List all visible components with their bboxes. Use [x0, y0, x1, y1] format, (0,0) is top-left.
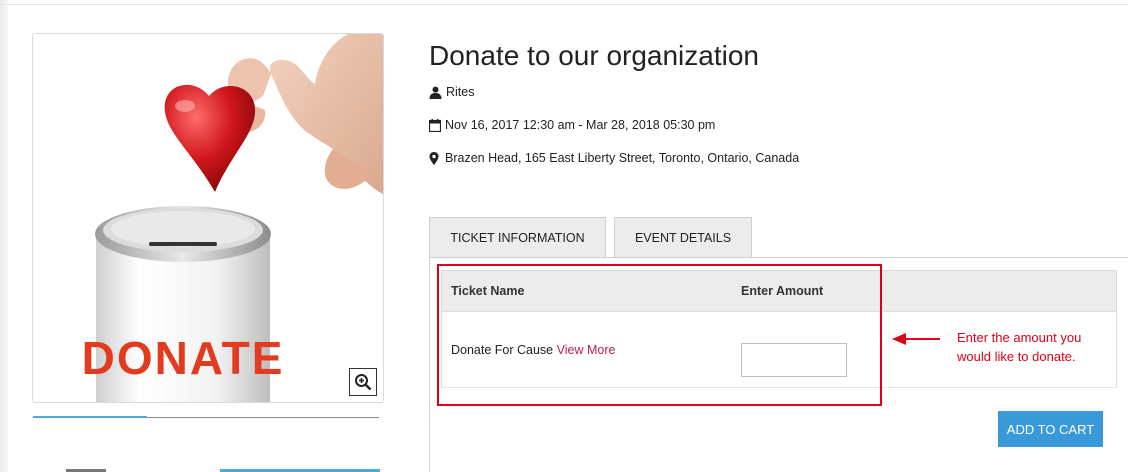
- add-to-cart-button[interactable]: ADD TO CART: [998, 411, 1103, 447]
- event-datetime: Nov 16, 2017 12:30 am - Mar 28, 2018 05:…: [429, 118, 715, 132]
- zoom-in-icon: [355, 374, 372, 391]
- zoom-button[interactable]: [349, 368, 377, 396]
- tabs-divider: [429, 257, 1128, 258]
- left-edge: [0, 0, 8, 472]
- event-location: Brazen Head, 165 East Liberty Street, To…: [429, 151, 799, 165]
- user-icon: [429, 86, 442, 99]
- event-image[interactable]: DONATE: [32, 33, 384, 403]
- gallery-scroll-thumb[interactable]: [33, 416, 147, 418]
- donate-can-label: DONATE: [82, 332, 285, 384]
- tab-event-details[interactable]: EVENT DETAILS: [614, 217, 752, 258]
- calendar-icon: [429, 118, 441, 132]
- map-marker-icon: [429, 151, 439, 165]
- tab-label: TICKET INFORMATION: [450, 230, 585, 245]
- top-divider: [0, 4, 1128, 5]
- event-title: Donate to our organization: [429, 40, 759, 71]
- tab-panel-border: [429, 257, 430, 472]
- organizer-name: Rites: [446, 85, 475, 99]
- donation-illustration: DONATE: [82, 34, 383, 402]
- highlight-box: [437, 264, 882, 406]
- arrow-left-icon: [892, 333, 940, 345]
- event-location-text: Brazen Head, 165 East Liberty Street, To…: [445, 151, 800, 165]
- annotation-note: Enter the amount you would like to donat…: [957, 330, 1082, 364]
- event-organizer: Rites: [429, 85, 474, 99]
- event-datetime-text: Nov 16, 2017 12:30 am - Mar 28, 2018 05:…: [445, 118, 716, 132]
- tab-label: EVENT DETAILS: [634, 230, 732, 245]
- tab-ticket-information[interactable]: TICKET INFORMATION: [429, 217, 606, 258]
